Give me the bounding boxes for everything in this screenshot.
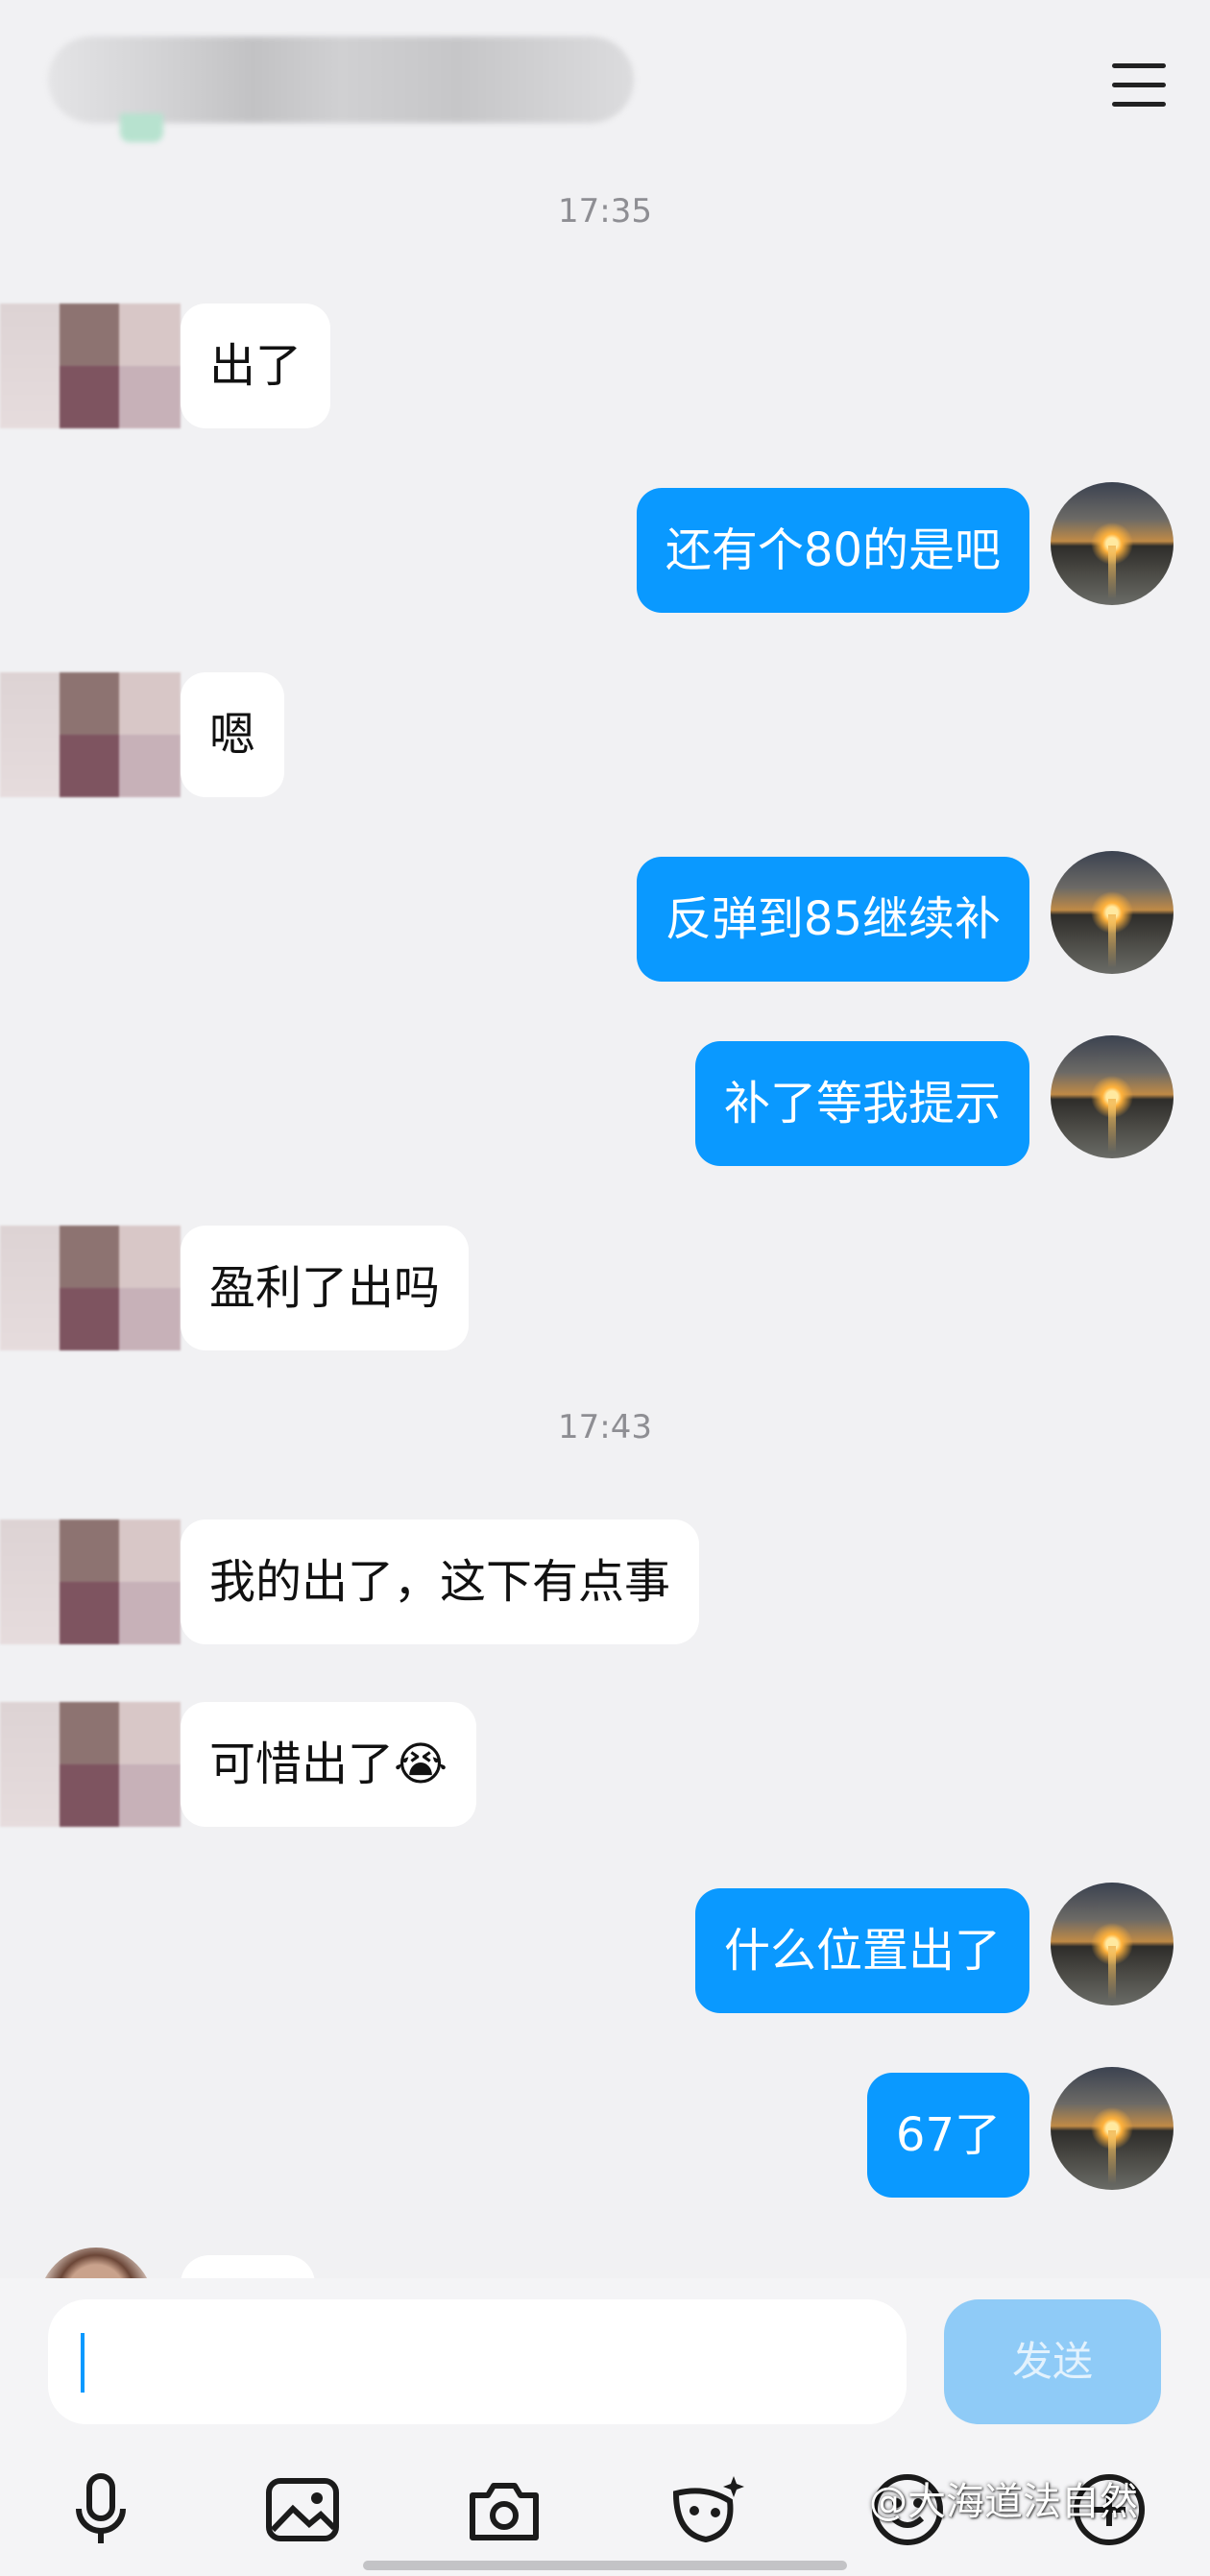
chat-screen: 17:35 出了 还有个80的是吧 嗯 反弹到85继续补 补了等我提示 盈利了出…	[0, 0, 1210, 2576]
contact-avatar[interactable]	[0, 672, 181, 797]
contact-avatar[interactable]	[0, 1702, 181, 1827]
outgoing-message[interactable]: 什么位置出了	[694, 1888, 1029, 2013]
outgoing-message[interactable]: 67了	[866, 2073, 1029, 2198]
outgoing-message[interactable]: 还有个80的是吧	[636, 488, 1029, 613]
outgoing-message[interactable]: 补了等我提示	[694, 1041, 1029, 1166]
microphone-icon[interactable]	[58, 2467, 144, 2553]
user-avatar[interactable]	[1051, 482, 1174, 605]
timestamp: 17:35	[558, 192, 652, 231]
user-avatar[interactable]	[1051, 851, 1174, 974]
text-caret	[81, 2333, 85, 2393]
chat-header	[0, 0, 1210, 182]
incoming-message[interactable]: 嗯	[181, 672, 285, 797]
hamburger-menu-icon[interactable]	[1112, 63, 1170, 113]
contact-avatar[interactable]	[0, 1226, 181, 1350]
message-composer: 发送 @大海道法自然	[0, 2278, 1210, 2576]
home-indicator[interactable]	[363, 2561, 847, 2570]
contact-avatar[interactable]	[0, 304, 181, 428]
image-icon[interactable]	[259, 2467, 346, 2553]
chat-title-blurred	[48, 36, 634, 142]
incoming-message[interactable]: 可惜出了😭	[181, 1702, 477, 1827]
send-button[interactable]: 发送	[944, 2299, 1161, 2424]
camera-icon[interactable]	[461, 2467, 547, 2553]
outgoing-message[interactable]: 反弹到85继续补	[636, 857, 1029, 982]
timestamp: 17:43	[558, 1408, 652, 1446]
sticker-icon[interactable]	[663, 2467, 749, 2553]
user-avatar[interactable]	[1051, 2067, 1174, 2190]
message-input[interactable]	[48, 2299, 907, 2424]
contact-avatar[interactable]	[0, 1519, 181, 1644]
incoming-message[interactable]: 出了	[181, 304, 331, 428]
user-avatar[interactable]	[1051, 1883, 1174, 2005]
watermark-text: @大海道法自然	[869, 2480, 1138, 2524]
incoming-message[interactable]: 盈利了出吗	[181, 1226, 470, 1350]
user-avatar[interactable]	[1051, 1035, 1174, 1158]
incoming-message[interactable]: 我的出了，这下有点事	[181, 1519, 700, 1644]
